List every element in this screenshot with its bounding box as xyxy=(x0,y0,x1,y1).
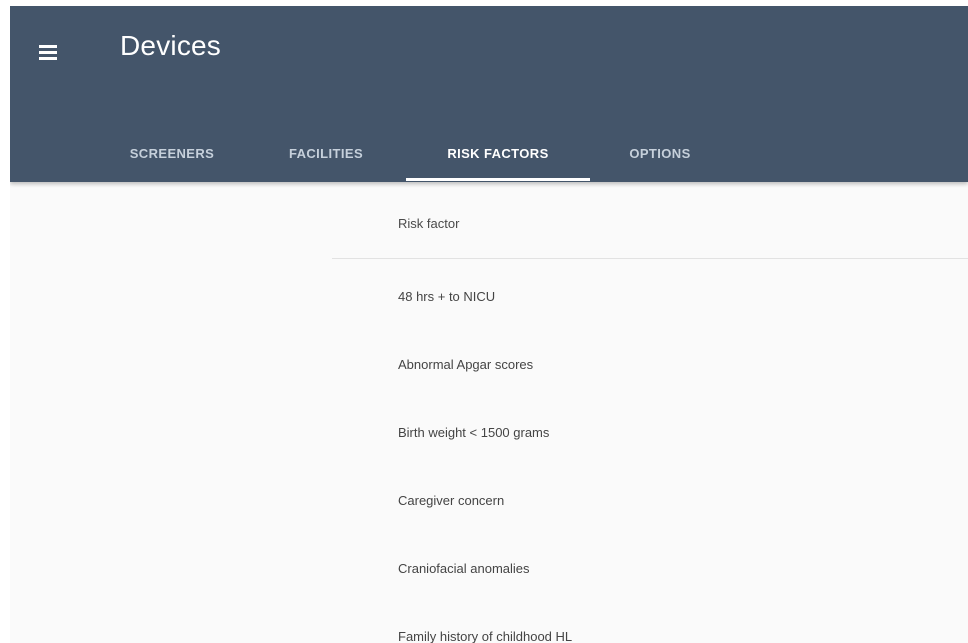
active-tab-indicator xyxy=(406,178,590,181)
app-bar: Devices SCREENERS FACILITIES RISK FACTOR… xyxy=(10,6,968,182)
table-row[interactable]: Caregiver concern xyxy=(398,475,958,525)
table-row[interactable]: Craniofacial anomalies xyxy=(398,543,958,593)
table-row[interactable]: Birth weight < 1500 grams xyxy=(398,407,958,457)
header-divider xyxy=(332,258,968,259)
page-title: Devices xyxy=(120,30,221,61)
menu-icon[interactable] xyxy=(38,40,62,64)
tab-options[interactable]: OPTIONS xyxy=(602,124,718,182)
risk-factor-table: Risk factor 48 hrs + to NICU Abnormal Ap… xyxy=(10,182,968,643)
app-window: Devices SCREENERS FACILITIES RISK FACTOR… xyxy=(10,6,968,643)
tab-screeners[interactable]: SCREENERS xyxy=(106,124,238,182)
tab-risk-factors[interactable]: RISK FACTORS xyxy=(406,124,590,182)
table-row[interactable]: Abnormal Apgar scores xyxy=(398,339,958,389)
table-row[interactable]: Family history of childhood HL xyxy=(398,611,958,643)
column-header-risk-factor[interactable]: Risk factor xyxy=(398,216,459,231)
menu-icon-line xyxy=(39,51,57,54)
table-row[interactable]: 48 hrs + to NICU xyxy=(398,271,958,321)
menu-icon-line xyxy=(39,45,57,48)
menu-icon-line xyxy=(39,57,57,60)
tab-facilities[interactable]: FACILITIES xyxy=(260,124,392,182)
tab-bar: SCREENERS FACILITIES RISK FACTORS OPTION… xyxy=(10,124,968,182)
